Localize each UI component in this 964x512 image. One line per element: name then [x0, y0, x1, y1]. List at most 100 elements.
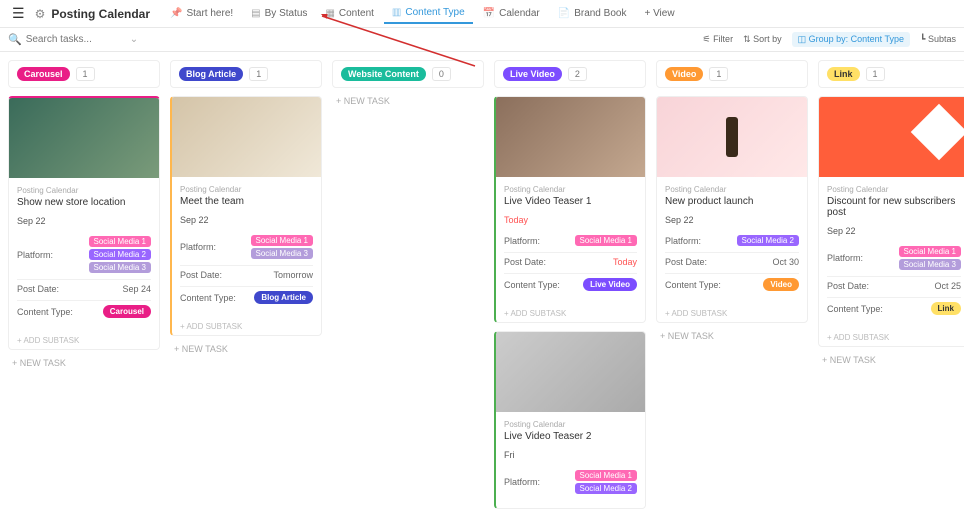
- list-icon: ▤: [251, 8, 260, 19]
- label-postdate: Post Date:: [665, 257, 707, 267]
- chevron-down-icon[interactable]: ⌄: [130, 34, 138, 45]
- new-task-button[interactable]: + NEW TASK: [332, 88, 484, 114]
- add-subtask-button[interactable]: + ADD SUBTASK: [172, 318, 321, 335]
- card-category: Posting Calendar: [504, 420, 637, 429]
- tab-start-here[interactable]: 📌Start here!: [162, 4, 241, 23]
- label-contenttype: Content Type:: [827, 304, 883, 314]
- tab-by-status[interactable]: ▤By Status: [243, 4, 315, 23]
- contenttype-chip: Carousel: [103, 305, 151, 318]
- card-date: Sep 22: [827, 226, 961, 236]
- tag-sm2: Social Media 2: [89, 249, 151, 260]
- tab-calendar[interactable]: 📅Calendar: [475, 4, 548, 23]
- add-subtask-button[interactable]: + ADD SUBTASK: [657, 305, 807, 322]
- menu-icon[interactable]: ☰: [8, 3, 29, 24]
- new-task-button[interactable]: + NEW TASK: [818, 347, 964, 373]
- tag-sm3: Social Media 3: [899, 259, 961, 270]
- tab-content[interactable]: ▦Content: [317, 4, 381, 23]
- contenttype-chip: Video: [763, 278, 799, 291]
- contenttype-chip: Blog Article: [254, 291, 313, 304]
- column-chip: Website Content: [341, 67, 426, 81]
- label-postdate: Post Date:: [504, 257, 546, 267]
- label-platform: Platform:: [504, 477, 540, 487]
- search-input[interactable]: [26, 34, 126, 45]
- card-date: Sep 22: [17, 216, 151, 226]
- filter-button[interactable]: ⚟ Filter: [702, 34, 733, 45]
- column-head: Carousel 1: [8, 60, 160, 88]
- contenttype-chip: Link: [931, 302, 961, 315]
- card-title: Discount for new subscribers post: [827, 196, 961, 218]
- board-icon: ▥: [392, 7, 401, 18]
- card[interactable]: Posting Calendar New product launch Sep …: [656, 96, 808, 323]
- card-image: [496, 97, 645, 177]
- add-subtask-button[interactable]: + ADD SUBTASK: [9, 332, 159, 349]
- card-title: Live Video Teaser 1: [504, 196, 637, 207]
- card-date: Sep 22: [180, 215, 313, 225]
- card[interactable]: Posting Calendar Show new store location…: [8, 96, 160, 350]
- pin-icon: 📌: [170, 8, 182, 19]
- column-chip: Live Video: [503, 67, 562, 81]
- card-image: [496, 332, 645, 412]
- card[interactable]: Posting Calendar Meet the team Sep 22 Pl…: [170, 96, 322, 336]
- postdate-value: Today: [613, 257, 637, 267]
- tag-sm1: Social Media 1: [575, 235, 637, 246]
- add-subtask-button[interactable]: + ADD SUBTASK: [819, 329, 964, 346]
- column-chip: Link: [827, 67, 860, 81]
- column-head: Blog Article 1: [170, 60, 322, 88]
- tab-brand-book[interactable]: 📄Brand Book: [550, 4, 635, 23]
- postdate-value: Tomorrow: [273, 270, 313, 280]
- group-by-button[interactable]: ◫ Group by: Content Type: [792, 32, 910, 47]
- card-image: [172, 97, 321, 177]
- calendar-icon: 📅: [483, 8, 495, 19]
- card-category: Posting Calendar: [180, 185, 313, 194]
- label-postdate: Post Date:: [827, 281, 869, 291]
- label-contenttype: Content Type:: [17, 307, 73, 317]
- board: Carousel 1 Posting Calendar Show new sto…: [0, 52, 964, 512]
- tab-content-type[interactable]: ▥Content Type: [384, 3, 473, 24]
- sort-button[interactable]: ⇅ Sort by: [743, 34, 782, 45]
- new-task-button[interactable]: + NEW TASK: [656, 323, 808, 349]
- tag-sm1: Social Media 1: [251, 235, 313, 246]
- card[interactable]: Posting Calendar Discount for new subscr…: [818, 96, 964, 347]
- card-date: Fri: [504, 450, 637, 460]
- column-video: Video 1 Posting Calendar New product lau…: [656, 60, 808, 512]
- card-image: [657, 97, 807, 177]
- gear-icon[interactable]: ⚙: [31, 5, 50, 23]
- column-count: 0: [432, 67, 451, 81]
- column-head: Website Content 0: [332, 60, 484, 88]
- new-task-button[interactable]: + NEW TASK: [8, 350, 160, 376]
- column-link: Link 1 Posting Calendar Discount for new…: [818, 60, 964, 512]
- column-chip: Carousel: [17, 67, 70, 81]
- card-image: [819, 97, 964, 177]
- tag-sm3: Social Media 3: [251, 248, 313, 259]
- card-category: Posting Calendar: [665, 185, 799, 194]
- label-contenttype: Content Type:: [665, 280, 721, 290]
- new-task-button[interactable]: + NEW TASK: [170, 336, 322, 362]
- column-blog: Blog Article 1 Posting Calendar Meet the…: [170, 60, 322, 512]
- tag-sm3: Social Media 3: [89, 262, 151, 273]
- tag-sm1: Social Media 1: [89, 236, 151, 247]
- postdate-value: Sep 24: [122, 284, 151, 294]
- column-chip: Blog Article: [179, 67, 243, 81]
- add-subtask-button[interactable]: + ADD SUBTASK: [496, 305, 645, 322]
- column-head: Live Video 2: [494, 60, 646, 88]
- card-title: Show new store location: [17, 197, 151, 208]
- subtask-button[interactable]: ┗ Subtas: [920, 34, 956, 45]
- column-head: Video 1: [656, 60, 808, 88]
- column-count: 2: [568, 67, 587, 81]
- card-date: Sep 22: [665, 215, 799, 225]
- add-view-button[interactable]: + View: [636, 4, 682, 23]
- card[interactable]: Posting Calendar Live Video Teaser 2 Fri…: [494, 331, 646, 509]
- column-chip: Video: [665, 67, 703, 81]
- search-icon: 🔍: [8, 33, 22, 46]
- postdate-value: Oct 25: [934, 281, 961, 291]
- column-count: 1: [709, 67, 728, 81]
- label-postdate: Post Date:: [180, 270, 222, 280]
- tag-sm2: Social Media 2: [575, 483, 637, 494]
- postdate-value: Oct 30: [772, 257, 799, 267]
- tag-sm1: Social Media 1: [899, 246, 961, 257]
- label-contenttype: Content Type:: [180, 293, 236, 303]
- card-date: Today: [504, 215, 637, 225]
- card[interactable]: Posting Calendar Live Video Teaser 1 Tod…: [494, 96, 646, 323]
- column-livevideo: Live Video 2 Posting Calendar Live Video…: [494, 60, 646, 512]
- card-category: Posting Calendar: [17, 186, 151, 195]
